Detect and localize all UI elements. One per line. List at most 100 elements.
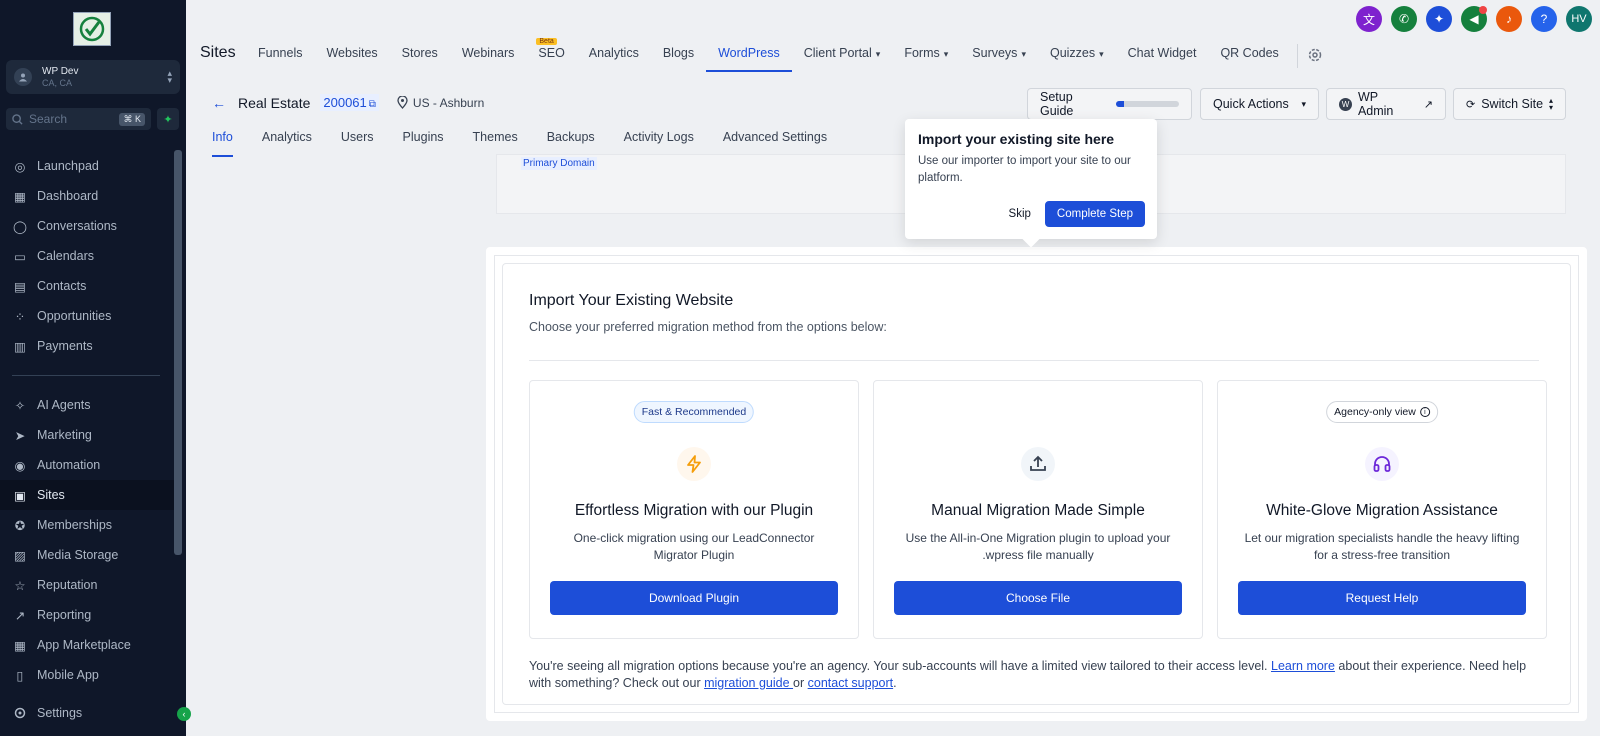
copy-icon[interactable]: ⧉ (369, 99, 376, 110)
sidebar-item-label: Mobile App (37, 668, 99, 682)
sidebar-item-contacts[interactable]: ▤ Contacts (0, 271, 174, 301)
footer-text: . (893, 675, 897, 690)
star-icon: ☆ (14, 578, 26, 593)
sidebar-item-settings[interactable]: Settings (0, 698, 174, 728)
tab-chat-widget[interactable]: Chat Widget (1116, 36, 1209, 72)
switch-site-button[interactable]: ⟳ Switch Site ▴ ▾ (1453, 88, 1566, 120)
agency-only-badge[interactable]: Agency-only view i (1326, 401, 1438, 423)
tab-label: Stores (401, 46, 438, 60)
tab-wordpress[interactable]: WordPress (706, 36, 792, 72)
tab-qr-codes[interactable]: QR Codes (1208, 36, 1290, 72)
quick-actions-button[interactable]: Quick Actions ▾ (1200, 88, 1319, 120)
arrow-left-icon[interactable]: ← (212, 95, 226, 111)
sidebar-item-launchpad[interactable]: ◎ Launchpad (0, 151, 174, 181)
choose-file-button[interactable]: Choose File (894, 581, 1182, 615)
chevron-down-icon: ▾ (875, 49, 881, 59)
phone-icon[interactable]: ✆ (1391, 6, 1417, 32)
chevron-down-icon: ▾ (1301, 98, 1306, 109)
account-switcher[interactable]: WP Dev CA, CA ▴ ▾ (6, 60, 180, 94)
bell-icon[interactable]: ♪ (1496, 6, 1522, 32)
sidebar-item-label: Automation (37, 458, 101, 472)
tab-blogs[interactable]: Blogs (651, 36, 706, 72)
skip-button[interactable]: Skip (1009, 208, 1031, 220)
sidebar-divider (12, 375, 160, 376)
download-plugin-button[interactable]: Download Plugin (550, 581, 838, 615)
tab-label: Websites (326, 46, 378, 60)
wp-admin-button[interactable]: W WP Admin ↗ (1326, 88, 1446, 120)
card-title: Manual Migration Made Simple (931, 502, 1145, 519)
sidebar-item-ai-agents[interactable]: ✧ AI Agents (0, 390, 174, 420)
sidebar-item-calendars[interactable]: ▭ Calendars (0, 241, 174, 271)
logo[interactable] (73, 12, 111, 46)
sidebar-item-reporting[interactable]: ↗ Reporting (0, 600, 174, 630)
contact-support-link[interactable]: contact support (808, 676, 893, 690)
tab-forms[interactable]: Forms ▾ (892, 36, 960, 72)
subtab-themes[interactable]: Themes (473, 130, 518, 157)
gear-icon[interactable] (1304, 44, 1326, 66)
tab-label: Surveys (972, 46, 1018, 60)
card-description: Let our migration specialists handle the… (1244, 531, 1520, 562)
megaphone-icon[interactable]: ◀ (1461, 6, 1487, 32)
tab-client-portal[interactable]: Client Portal ▾ (792, 36, 893, 72)
sidebar-item-mobile-app[interactable]: ▯ Mobile App (0, 660, 174, 690)
user-avatar[interactable]: HV (1566, 6, 1592, 32)
sidebar-item-automation[interactable]: ◉ Automation (0, 450, 174, 480)
tab-webinars[interactable]: Webinars (450, 36, 527, 72)
footer-text: You're seeing all migration options beca… (529, 659, 1271, 673)
tab-funnels[interactable]: Funnels (246, 36, 314, 72)
site-id-text: 200061 (323, 95, 367, 110)
sidebar-item-media-storage[interactable]: ▨ Media Storage (0, 540, 174, 570)
tab-quizzes[interactable]: Quizzes ▾ (1038, 36, 1116, 72)
sidebar-item-sites[interactable]: ▣ Sites (0, 480, 174, 510)
magic-icon[interactable]: ✦ (1426, 6, 1452, 32)
sidebar-item-marketing[interactable]: ➤ Marketing (0, 420, 174, 450)
migration-card-plugin: Fast & Recommended Effortless Migration … (529, 380, 859, 639)
request-help-button[interactable]: Request Help (1238, 581, 1526, 615)
sidebar-item-label: Settings (37, 706, 83, 720)
subtab-plugins[interactable]: Plugins (403, 130, 444, 157)
complete-step-button[interactable]: Complete Step (1044, 201, 1145, 227)
quick-action-button[interactable]: ✦ (157, 108, 179, 130)
sidebar-item-reputation[interactable]: ☆ Reputation (0, 570, 174, 600)
subtab-activity-logs[interactable]: Activity Logs (624, 130, 694, 157)
tab-analytics[interactable]: Analytics (577, 36, 651, 72)
sidebar-item-app-marketplace[interactable]: ▦ App Marketplace (0, 630, 174, 660)
migration-guide-link[interactable]: migration guide (704, 676, 793, 690)
sidebar-item-memberships[interactable]: ✪ Memberships (0, 510, 174, 540)
collapse-sidebar-button[interactable]: ‹ (177, 707, 191, 721)
setup-guide-button[interactable]: Setup Guide (1027, 88, 1192, 120)
tab-websites[interactable]: Websites (314, 36, 389, 72)
tab-stores[interactable]: Stores (390, 36, 450, 72)
chevron-down-icon: ▾ (943, 49, 949, 59)
sidebar-item-label: Conversations (37, 219, 117, 233)
learn-more-link[interactable]: Learn more (1271, 659, 1335, 673)
chevron-down-icon: ▾ (1021, 49, 1026, 59)
translate-icon[interactable]: 文 (1356, 6, 1382, 32)
subtab-advanced-settings[interactable]: Advanced Settings (723, 130, 827, 157)
funnel-icon: ⁘ (14, 309, 26, 324)
subtab-info[interactable]: Info (212, 130, 233, 157)
subtab-analytics[interactable]: Analytics (262, 130, 312, 157)
sidebar-scrollbar[interactable] (174, 150, 182, 555)
sidebar-item-payments[interactable]: ▥ Payments (0, 331, 174, 361)
site-name: Real Estate (238, 94, 311, 111)
primary-domain-badge: Primary Domain (521, 157, 597, 170)
rocket-icon: ◎ (14, 159, 26, 174)
beta-badge: Beta (536, 38, 557, 45)
subtab-backups[interactable]: Backups (547, 130, 595, 157)
sidebar-item-opportunities[interactable]: ⁘ Opportunities (0, 301, 174, 331)
modal-title: Import Your Existing Website (529, 292, 734, 309)
sidebar-item-conversations[interactable]: ◯ Conversations (0, 211, 174, 241)
sidebar-item-dashboard[interactable]: ▦ Dashboard (0, 181, 174, 211)
tab-surveys[interactable]: Surveys ▾ (960, 36, 1038, 72)
subtab-users[interactable]: Users (341, 130, 374, 157)
gear-icon (12, 705, 28, 721)
site-id[interactable]: 200061 ⧉ (320, 94, 379, 111)
chevron-updown-icon: ▴ ▾ (167, 68, 172, 85)
modal-divider (529, 360, 1539, 361)
search-input[interactable]: Search ⌘ K (6, 108, 151, 130)
tab-seo[interactable]: Beta SEO (526, 36, 576, 72)
help-icon[interactable]: ? (1531, 6, 1557, 32)
sidebar-item-label: Launchpad (37, 159, 99, 173)
bolt-icon: ✦ (163, 113, 173, 126)
